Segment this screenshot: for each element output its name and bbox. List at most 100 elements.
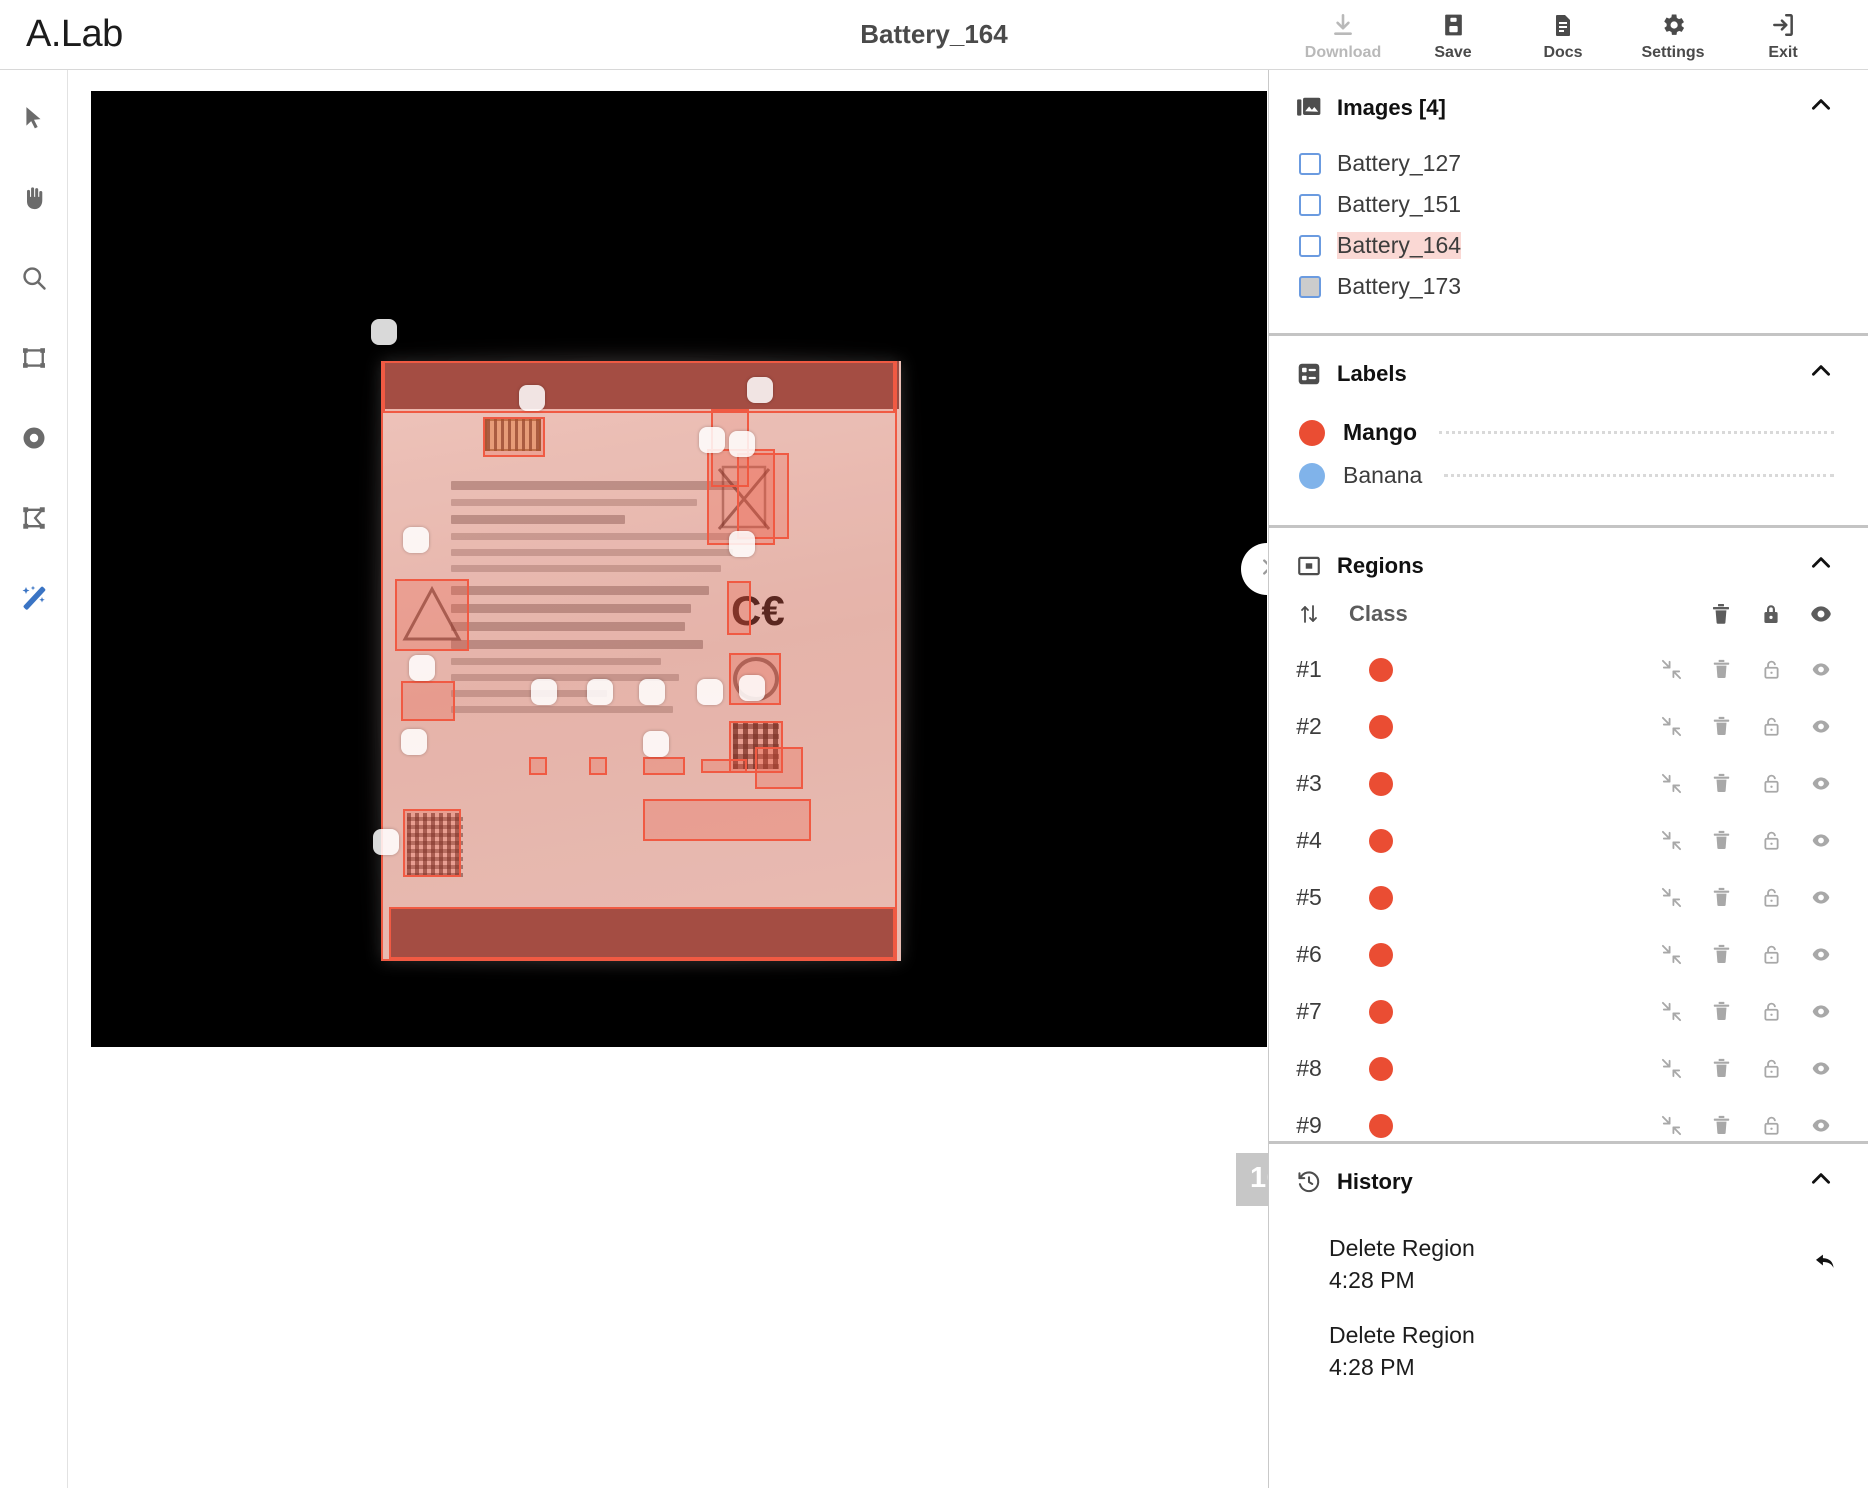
table-row[interactable]: #9 xyxy=(1269,1097,1868,1141)
region-handle[interactable] xyxy=(729,531,755,557)
image-checkbox[interactable] xyxy=(1299,234,1321,257)
trash-icon[interactable] xyxy=(1696,829,1746,852)
shrink-icon[interactable] xyxy=(1646,943,1696,966)
bounding-box-tool[interactable] xyxy=(12,338,56,382)
pan-tool[interactable] xyxy=(12,178,56,222)
unlock-icon[interactable] xyxy=(1746,772,1796,795)
chevron-up-icon[interactable] xyxy=(1808,358,1834,389)
select-tool[interactable] xyxy=(12,98,56,142)
unlock-icon[interactable] xyxy=(1746,829,1796,852)
label-item-mango[interactable]: Mango xyxy=(1269,411,1868,454)
image-canvas[interactable]: C€ xyxy=(91,91,1267,1047)
chevron-up-icon[interactable] xyxy=(1808,1166,1834,1197)
lock-icon[interactable] xyxy=(1746,601,1796,627)
trash-icon[interactable] xyxy=(1696,601,1746,627)
table-row[interactable]: #6 xyxy=(1269,926,1868,983)
shrink-icon[interactable] xyxy=(1646,886,1696,909)
region-handle[interactable] xyxy=(697,679,723,705)
exit-button[interactable]: Exit xyxy=(1728,8,1838,62)
polygon-tool[interactable] xyxy=(12,498,56,542)
table-row[interactable]: #1 xyxy=(1269,641,1868,698)
unlock-icon[interactable] xyxy=(1746,1057,1796,1080)
region-handle[interactable] xyxy=(371,319,397,345)
unlock-icon[interactable] xyxy=(1746,943,1796,966)
region-handle[interactable] xyxy=(699,427,725,453)
point-tool[interactable] xyxy=(12,418,56,462)
next-image-button[interactable] xyxy=(1241,543,1267,595)
table-row[interactable]: #3 xyxy=(1269,755,1868,812)
region-handle[interactable] xyxy=(643,731,669,757)
region-handle[interactable] xyxy=(409,655,435,681)
table-row[interactable]: #8 xyxy=(1269,1040,1868,1097)
image-checkbox[interactable] xyxy=(1299,152,1321,175)
save-button[interactable]: Save xyxy=(1398,8,1508,62)
shrink-icon[interactable] xyxy=(1646,658,1696,681)
download-button[interactable]: Download xyxy=(1288,8,1398,62)
eye-icon[interactable] xyxy=(1796,943,1846,966)
list-item[interactable]: Battery_151 xyxy=(1269,184,1868,225)
region-handle[interactable] xyxy=(531,679,557,705)
table-row[interactable]: #7 xyxy=(1269,983,1868,1040)
eye-icon[interactable] xyxy=(1796,772,1846,795)
region-handle[interactable] xyxy=(373,829,399,855)
trash-icon[interactable] xyxy=(1696,886,1746,909)
shrink-icon[interactable] xyxy=(1646,1114,1696,1137)
trash-icon[interactable] xyxy=(1696,715,1746,738)
region-box-outer[interactable] xyxy=(381,361,897,961)
region-handle[interactable] xyxy=(587,679,613,705)
region-handle[interactable] xyxy=(519,385,545,411)
eye-icon[interactable] xyxy=(1796,658,1846,681)
list-item-selected[interactable]: Battery_164 xyxy=(1269,225,1868,266)
table-row[interactable]: #4 xyxy=(1269,812,1868,869)
zoom-tool[interactable] xyxy=(12,258,56,302)
eye-icon[interactable] xyxy=(1796,1057,1846,1080)
undo-arrow-icon[interactable] xyxy=(1810,1235,1838,1282)
docs-button[interactable]: Docs xyxy=(1508,8,1618,62)
labels-section-header[interactable]: Labels xyxy=(1269,336,1868,403)
image-checkbox[interactable] xyxy=(1299,193,1321,216)
region-handle[interactable] xyxy=(639,679,665,705)
unlock-icon[interactable] xyxy=(1746,1000,1796,1023)
table-row[interactable]: #2 xyxy=(1269,698,1868,755)
eye-icon[interactable] xyxy=(1796,829,1846,852)
region-handle[interactable] xyxy=(747,377,773,403)
shrink-icon[interactable] xyxy=(1646,715,1696,738)
unlock-icon[interactable] xyxy=(1746,715,1796,738)
sort-updown-icon[interactable] xyxy=(1269,601,1349,627)
regions-section-header[interactable]: Regions xyxy=(1269,528,1868,595)
shrink-icon[interactable] xyxy=(1646,772,1696,795)
chevron-up-icon[interactable] xyxy=(1808,550,1834,581)
eye-icon[interactable] xyxy=(1796,886,1846,909)
regions-list[interactable]: #1 #2 #3 #4 #5 #6 #7 #8 #9 xyxy=(1269,641,1868,1141)
canvas-area[interactable]: C€ 1 xyxy=(68,70,1268,1488)
table-row[interactable]: #5 xyxy=(1269,869,1868,926)
list-item[interactable]: Battery_127 xyxy=(1269,143,1868,184)
chevron-up-icon[interactable] xyxy=(1808,92,1834,123)
trash-icon[interactable] xyxy=(1696,772,1746,795)
trash-icon[interactable] xyxy=(1696,943,1746,966)
region-handle[interactable] xyxy=(401,729,427,755)
trash-icon[interactable] xyxy=(1696,658,1746,681)
shrink-icon[interactable] xyxy=(1646,1057,1696,1080)
trash-icon[interactable] xyxy=(1696,1114,1746,1137)
trash-icon[interactable] xyxy=(1696,1000,1746,1023)
list-item[interactable]: Delete Region 4:28 PM xyxy=(1269,1221,1868,1308)
images-section-header[interactable]: Images [4] xyxy=(1269,70,1868,137)
label-item-banana[interactable]: Banana xyxy=(1269,454,1868,497)
magic-wand-tool[interactable] xyxy=(12,578,56,622)
eye-icon[interactable] xyxy=(1796,1114,1846,1137)
shrink-icon[interactable] xyxy=(1646,829,1696,852)
image-checkbox[interactable] xyxy=(1299,275,1321,298)
history-section-header[interactable]: History xyxy=(1269,1144,1868,1211)
region-handle[interactable] xyxy=(739,675,765,701)
list-item[interactable]: Battery_173 xyxy=(1269,266,1868,307)
eye-icon[interactable] xyxy=(1796,715,1846,738)
trash-icon[interactable] xyxy=(1696,1057,1746,1080)
shrink-icon[interactable] xyxy=(1646,1000,1696,1023)
eye-icon[interactable] xyxy=(1796,1000,1846,1023)
list-item[interactable]: Delete Region 4:28 PM xyxy=(1269,1308,1868,1395)
unlock-icon[interactable] xyxy=(1746,886,1796,909)
settings-button[interactable]: Settings xyxy=(1618,8,1728,62)
unlock-icon[interactable] xyxy=(1746,1114,1796,1137)
unlock-icon[interactable] xyxy=(1746,658,1796,681)
